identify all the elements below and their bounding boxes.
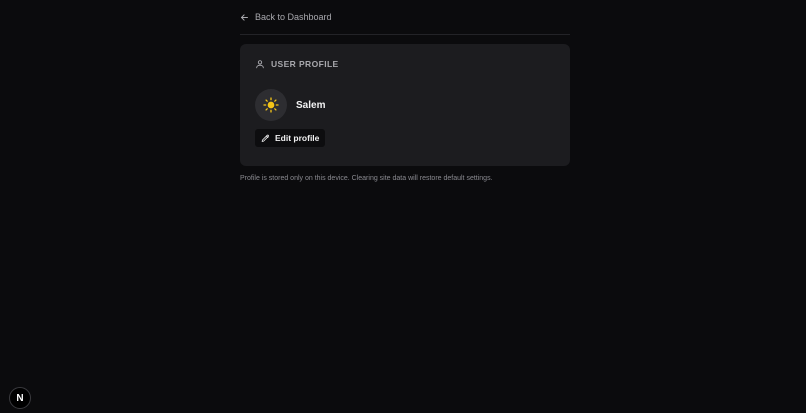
- main-container: Back to Dashboard USER PROFILE Salem Edi…: [240, 0, 570, 182]
- profile-row: Salem: [255, 89, 555, 121]
- sun-icon: [263, 97, 279, 113]
- nextjs-icon: N: [16, 392, 24, 404]
- card-header: USER PROFILE: [255, 59, 555, 69]
- divider: [240, 34, 570, 35]
- arrow-left-icon: [241, 13, 248, 21]
- storage-note: Profile is stored only on this device. C…: [240, 175, 493, 182]
- pencil-icon: [261, 134, 269, 142]
- edit-profile-button[interactable]: Edit profile: [255, 129, 326, 147]
- nextjs-dev-badge[interactable]: N: [9, 387, 31, 409]
- avatar: [255, 89, 287, 121]
- card-header-label: USER PROFILE: [271, 59, 339, 69]
- edit-profile-label: Edit profile: [275, 133, 320, 143]
- page: Back to Dashboard USER PROFILE Salem Edi…: [0, 0, 806, 413]
- user-profile-card: USER PROFILE Salem Edit profile: [240, 44, 570, 166]
- user-icon: [256, 60, 264, 69]
- back-to-dashboard-link[interactable]: Back to Dashboard: [240, 0, 332, 34]
- back-link-label: Back to Dashboard: [255, 12, 332, 22]
- username: Salem: [296, 99, 326, 111]
